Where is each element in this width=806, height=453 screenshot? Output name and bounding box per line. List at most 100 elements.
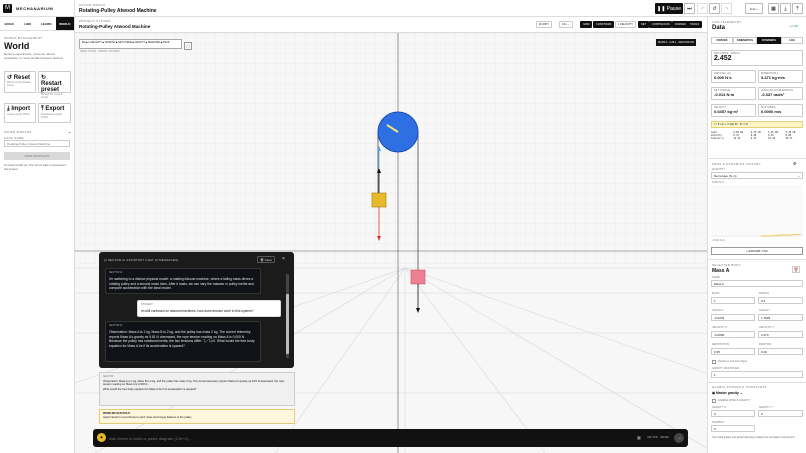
velocity-y-field[interactable]: 2.473: [758, 331, 803, 338]
export-button[interactable]: ⤒ Export Download a world JSON: [38, 103, 71, 123]
history-chart: [711, 185, 803, 237]
angle-x-field[interactable]: -0.2379: [711, 314, 755, 321]
tab-libs[interactable]: LIBS: [19, 17, 38, 30]
field-label: ANGLE Y: [759, 309, 771, 312]
quantity-select[interactable]: Net torque (N·m) ⌄: [711, 172, 803, 179]
history-settings-icon[interactable]: ⚙: [793, 161, 797, 166]
gravity-y-field[interactable]: 0: [758, 410, 803, 417]
trash-icon: 🗑: [793, 267, 799, 272]
share-icon: ⤒: [796, 5, 799, 12]
chat-scrollbar[interactable]: [286, 274, 289, 358]
redo-icon: ↷: [724, 5, 729, 12]
reset-view-button[interactable]: ↺: [709, 3, 720, 14]
mass-a: [371, 192, 387, 208]
mass-field[interactable]: 1: [711, 297, 755, 304]
undo-disabled-button[interactable]: ↶: [697, 3, 708, 14]
pause-button[interactable]: ❚❚ Pause: [655, 3, 683, 14]
reset-icon: ↺: [712, 5, 717, 12]
vector-avatar-icon: ✦: [97, 433, 106, 442]
history-title: MASS & DYNAMICS HISTORY: [712, 162, 761, 166]
field-label: RESTITUTION: [712, 343, 730, 346]
constrain-toggle[interactable]: CONSTRAIN: [593, 21, 615, 28]
step-button[interactable]: ⏭: [684, 3, 695, 14]
legend: MA ■ 1 VELOCITY ■ TENSION ■ NET FORCE ■ …: [79, 39, 182, 49]
gravity-x-field[interactable]: 0: [711, 410, 755, 417]
set-toggle[interactable]: SET: [638, 21, 650, 28]
tab-build[interactable]: BUILD: [0, 17, 19, 30]
export-csv-button[interactable]: ⤓ EXPORT CSV: [711, 247, 803, 255]
lock-checkbox[interactable]: [712, 360, 716, 364]
angle-y-field[interactable]: 1.7829: [758, 314, 803, 321]
scale-badge: MASS A · 0.28 s · GROUND ON: [656, 39, 696, 46]
impulse-cell: IMPULSE (·Δt) 0.000 N·s: [711, 70, 756, 83]
field-label: VELOCITY X: [712, 326, 728, 329]
trails-toggle[interactable]: TRAILS: [687, 21, 703, 28]
data-panel: LIVE TELEMETRY Data ● LIVE FORCES KINEMA…: [707, 17, 806, 453]
import-button[interactable]: ⤓ Import Load a world JSON: [4, 103, 36, 123]
left-tabs: BUILD LIBS LEARN WORLD: [0, 17, 75, 31]
velocity-toggle[interactable]: 1 VELOCITY: [615, 21, 636, 28]
tab-forces[interactable]: FORCES: [711, 37, 733, 44]
damping-field[interactable]: 0: [711, 425, 755, 432]
tab-dynamics[interactable]: DYNAMICS: [757, 37, 781, 44]
ai-chat-panel: ◎ SECTOR AI ASSISTANT CHAT (6 MESSAGES) …: [99, 252, 294, 368]
speed-select[interactable]: 0.1x ⌄: [559, 21, 573, 28]
dynamics-table: Load 5.84 kN 4.73 kN 5.25 kN 3.29 kN Velocit…: [711, 131, 803, 140]
chat-message-ai: SECTOR AI I'm switching to a distinct ph…: [105, 268, 261, 295]
save-snapshot-button[interactable]: SAVE SNAPSHOT: [4, 152, 70, 160]
chat-message-ai: SECTOR AI Observation: Mass A is 1 kg, M…: [105, 321, 261, 362]
grid-icon: ▦: [771, 5, 776, 12]
panel-title: World: [4, 41, 30, 51]
tab-log[interactable]: LOG: [781, 37, 803, 44]
restitution-field[interactable]: 0.35: [711, 348, 755, 355]
gravity-x-label: GRAVITY X: [712, 406, 726, 409]
slip-speed-cell: SLIP SPEED 0.0000 m/s: [758, 104, 803, 117]
name-field[interactable]: Mass A: [711, 280, 803, 287]
fit-view-button[interactable]: ⛶: [184, 42, 192, 50]
send-icon: →: [676, 435, 682, 441]
attach-icon[interactable]: ▦: [637, 435, 641, 440]
save-name-input[interactable]: [4, 140, 70, 147]
quantity-label: QUANTITY: [712, 168, 726, 171]
download-button[interactable]: ⤓: [780, 3, 791, 14]
tab-learn[interactable]: LEARN: [37, 17, 56, 30]
gravity-multiplier-label: GRAVITY MULTIPLIER: [712, 367, 739, 370]
mode-label: VECTOR · SENSE: [647, 436, 669, 439]
net-torque-cell: NET TORQUE -0.014 N·m: [711, 87, 756, 100]
chevron-down-icon[interactable]: ⌄: [68, 129, 71, 134]
reset-button[interactable]: ↺ Reset Return to the default scene: [4, 71, 36, 93]
angular-acceleration-cell: ANGULAR ACCELERATION -0.337 rad/s²: [758, 87, 803, 100]
friction-field[interactable]: 0.16: [758, 348, 803, 355]
pinned-observation: SECTOR Observation: Mass A is 1 kg, Mass…: [99, 372, 295, 406]
close-icon[interactable]: ×: [282, 256, 285, 262]
master-gravity-toggle[interactable]: ◉ Master gravity ⌄: [712, 391, 743, 395]
share-button[interactable]: ⤒: [792, 3, 803, 14]
field-label: RADIUS: [759, 292, 769, 295]
layout-button[interactable]: ▦: [768, 3, 779, 14]
radius-field[interactable]: 0.2: [758, 297, 803, 304]
clear-chat-button[interactable]: 🗑 Clear: [257, 256, 275, 263]
zoom-select[interactable]: 0.1x ⌄: [745, 3, 763, 14]
continuous-toggle[interactable]: CONTINUOUS: [649, 21, 673, 28]
field-label: VELOCITY Y: [759, 326, 775, 329]
redo-button[interactable]: ↷: [721, 3, 732, 14]
expand-icon: ⛶: [186, 43, 190, 49]
tab-kinematics[interactable]: KINEMATICS: [733, 37, 757, 44]
velocity-x-field[interactable]: -0.0000: [711, 331, 755, 338]
copy-button[interactable]: ⧉ COPY: [536, 21, 552, 28]
table-row: Tension A 12.14 9.13 12.44 10.71: [711, 137, 793, 140]
field-label: NAME: [712, 276, 720, 279]
saved-worlds-label: SAVED WORLDS: [4, 130, 32, 134]
gravity-multiplier-field[interactable]: 1: [711, 371, 803, 378]
prompt-input[interactable]: [109, 433, 589, 443]
brand-bar: M MECHANARIUM: [0, 0, 75, 17]
enable-gravity-checkbox[interactable]: [712, 399, 716, 403]
export-icon: ⤒: [41, 106, 44, 112]
equation-box: I = Σ mr² + ½ Mp R² · Στ = Iα: [711, 121, 803, 128]
delete-body-button[interactable]: 🗑: [792, 266, 800, 273]
top-header: ACTIVE WORLD Rotating-Pulley Atwood Mach…: [75, 0, 806, 17]
grid-toggle[interactable]: GRID: [580, 21, 593, 28]
tab-world[interactable]: WORLD: [55, 17, 74, 30]
restart-preset-button[interactable]: ↻ Restart preset Reload the current pres…: [38, 71, 71, 99]
send-button[interactable]: →: [674, 433, 684, 443]
